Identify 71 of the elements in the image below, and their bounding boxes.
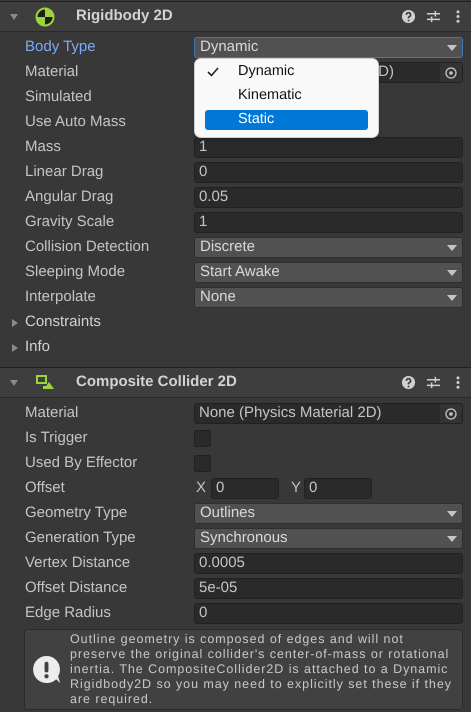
axis-label: Y xyxy=(290,478,302,498)
field-label: Vertex Distance xyxy=(24,553,132,574)
number-field[interactable]: 0 xyxy=(304,478,372,499)
help-icon xyxy=(401,375,416,390)
preset-sliders-icon xyxy=(426,9,441,24)
dropdown[interactable]: Discrete xyxy=(194,237,463,258)
number-field[interactable]: 0 xyxy=(194,603,463,624)
field-label: Linear Drag xyxy=(24,162,104,182)
foldout-arrow-icon xyxy=(9,12,19,22)
dropdown-caret-icon xyxy=(447,270,457,276)
axis-label: X xyxy=(195,478,208,498)
target-icon xyxy=(445,66,457,78)
dropdown-caret-icon xyxy=(447,536,457,542)
field-label: Edge Radius xyxy=(24,603,112,624)
component-header[interactable]: Rigidbody 2D xyxy=(0,1,471,32)
field-label: Angular Drag xyxy=(24,187,114,208)
warning-speech-icon xyxy=(31,654,62,685)
help-message: Outline geometry is composed of edges and will not preserve the original collider's center-of-mass or rotational inertia. The CompositeCollider2D is attached to a Dynamic Rigidbody2D so you may need to explicitly set these if they are required. xyxy=(70,632,453,707)
component-title: Composite Collider 2D xyxy=(76,372,238,392)
number-field[interactable]: 0 xyxy=(194,162,463,183)
dropdown[interactable]: Dynamic xyxy=(194,37,463,58)
dropdown[interactable]: Outlines xyxy=(194,503,463,524)
dropdown-caret-icon xyxy=(447,44,457,50)
foldout-arrow-icon xyxy=(10,342,20,352)
dropdown[interactable]: None xyxy=(194,287,463,308)
field-label: Collision Detection xyxy=(24,237,150,258)
dropdown-caret-icon xyxy=(447,294,457,300)
menu-item[interactable]: Kinematic xyxy=(205,86,368,106)
field-label: Material xyxy=(24,403,80,424)
object-field[interactable]: None (Physics Material 2D) xyxy=(194,403,463,424)
more-menu-icon xyxy=(455,9,461,24)
field-label: Mass xyxy=(24,137,62,158)
object-picker-button[interactable] xyxy=(440,63,462,82)
number-field[interactable]: 5e-05 xyxy=(194,578,463,599)
number-field[interactable]: 1 xyxy=(194,212,463,233)
field-label: Interpolate xyxy=(24,287,97,308)
field-label: Offset Distance xyxy=(24,578,128,598)
field-label: Offset xyxy=(24,478,66,498)
field-label: Generation Type xyxy=(24,528,137,548)
dropdown-caret-icon xyxy=(447,510,457,516)
number-field[interactable]: 1 xyxy=(194,137,463,158)
number-field[interactable]: 0.05 xyxy=(194,187,463,208)
foldout[interactable]: Constraints xyxy=(0,312,101,332)
dropdown-caret-icon xyxy=(447,244,457,250)
component-header[interactable]: Composite Collider 2D xyxy=(0,367,471,398)
field-label: Use Auto Mass xyxy=(24,112,127,132)
target-icon xyxy=(445,408,457,420)
dropdown[interactable]: Synchronous xyxy=(194,528,463,549)
field-label: Geometry Type xyxy=(24,503,128,524)
preset-sliders-icon xyxy=(426,375,441,390)
foldout[interactable]: Info xyxy=(0,338,50,358)
checkmark-icon xyxy=(207,67,219,77)
foldout-arrow-icon xyxy=(9,378,19,388)
more-menu-icon xyxy=(455,375,461,390)
help-icon xyxy=(401,9,416,24)
menu-item[interactable]: Dynamic xyxy=(205,62,368,82)
number-field[interactable]: 0 xyxy=(211,478,279,499)
field-label: Used By Effector xyxy=(24,453,138,474)
component-title: Rigidbody 2D xyxy=(76,6,174,26)
field-label: Simulated xyxy=(24,87,93,108)
field-label: Material xyxy=(24,62,80,82)
rigidbody-icon xyxy=(35,6,55,26)
foldout-arrow-icon xyxy=(10,318,20,328)
number-field[interactable]: 0.0005 xyxy=(194,553,463,574)
field-label: Gravity Scale xyxy=(24,212,116,232)
field-label: Body Type xyxy=(24,37,97,58)
field-label: Is Trigger xyxy=(24,428,89,448)
field-label: Sleeping Mode xyxy=(24,262,126,282)
menu-item[interactable]: Static xyxy=(205,110,368,130)
dropdown[interactable]: Start Awake xyxy=(194,262,463,283)
object-picker-button[interactable] xyxy=(440,404,462,423)
